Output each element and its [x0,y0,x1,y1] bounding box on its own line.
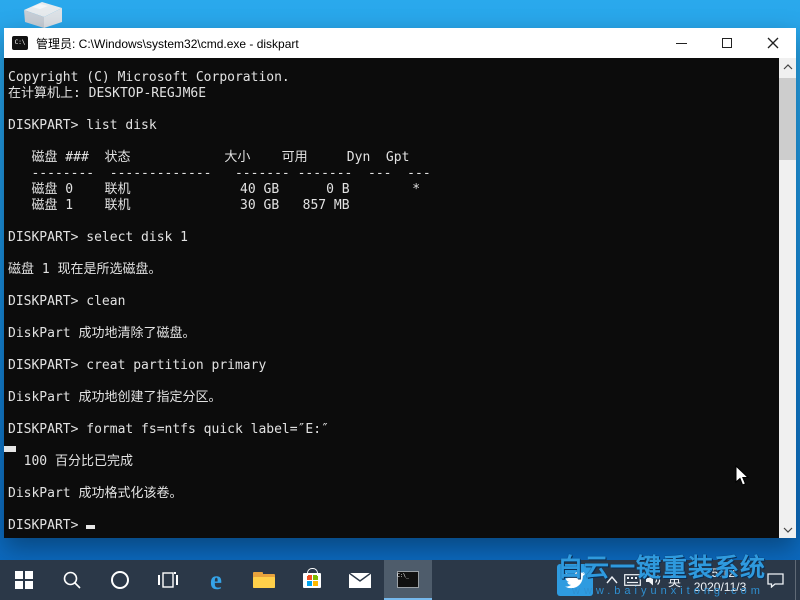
text-cursor [86,525,95,529]
console-line: 磁盘 ### 状态 大小 可用 Dyn Gpt [8,150,779,166]
cortana-button[interactable] [96,560,144,600]
edge-icon: e [210,567,222,594]
window-title: 管理员: C:\Windows\system32\cmd.exe - diskp… [36,35,658,52]
console-prompt-line: DISKPART> [8,518,779,534]
console-output[interactable]: Copyright (C) Microsoft Corporation.在计算机… [4,58,779,538]
console-line: DiskPart 成功格式化该卷。 [8,486,779,502]
maximize-icon [722,38,732,48]
console-lines: Copyright (C) Microsoft Corporation.在计算机… [8,70,779,518]
store-bag-icon [303,573,321,588]
file-explorer-button[interactable] [240,560,288,600]
store-button[interactable] [288,560,336,600]
console-line [8,246,779,262]
task-view-button[interactable] [144,560,192,600]
mail-button[interactable] [336,560,384,600]
action-center-button[interactable] [755,560,795,600]
chevron-up-icon [606,576,618,584]
console-line: DiskPart 成功地创建了指定分区。 [8,390,779,406]
taskbar-clock[interactable]: 15:12 2020/11/3 [685,566,755,594]
close-icon [767,37,779,49]
cortana-circle-icon [110,570,130,590]
taskbar: e C:\_ [0,560,800,600]
task-view-icon [158,571,178,589]
clock-time: 15:12 [687,566,753,580]
clock-date: 2020/11/3 [687,580,753,594]
console-line [8,310,779,326]
console-line: DISKPART> list disk [8,118,779,134]
console-line [8,342,779,358]
scrollbar-thumb[interactable] [779,78,796,160]
console-line [8,278,779,294]
console-line [8,470,779,486]
mail-icon [349,573,371,588]
console-line [8,214,779,230]
maximize-button[interactable] [704,28,750,58]
twitter-bird-icon [564,571,586,589]
scroll-up-button[interactable] [779,58,796,75]
cmd-icon: C:\ [12,36,28,50]
console-line: -------- ------------- ------- ------- -… [8,166,779,182]
cmd-taskbar-button[interactable]: C:\_ [384,560,432,600]
console-line: DISKPART> clean [8,294,779,310]
chevron-down-icon [783,527,793,533]
console-line: DISKPART> creat partition primary [8,358,779,374]
windows-logo-icon [15,571,33,589]
volume-button[interactable] [643,560,664,600]
search-icon [62,570,82,590]
notification-icon [767,573,784,588]
console-line: 在计算机上: DESKTOP-REGJM6E [8,86,779,102]
mouse-cursor [735,465,751,492]
console-line: 磁盘 0 联机 40 GB 0 B * [8,182,779,198]
console-line: Copyright (C) Microsoft Corporation. [8,70,779,86]
speaker-icon [646,573,662,587]
close-button[interactable] [750,28,796,58]
console-line [8,502,779,518]
console-line: 100 百分比已完成 [8,454,779,470]
minimize-icon [676,43,687,44]
show-desktop-button[interactable] [795,560,800,600]
titlebar[interactable]: C:\ 管理员: C:\Windows\system32\cmd.exe - d… [4,28,796,58]
start-button[interactable] [0,560,48,600]
console-line [8,374,779,390]
show-hidden-icons-button[interactable] [601,560,622,600]
console-line: DiskPart 成功地清除了磁盘。 [8,326,779,342]
minimize-button[interactable] [658,28,704,58]
console-line [8,406,779,422]
edge-button[interactable]: e [192,560,240,600]
console-line [8,438,779,454]
vertical-scrollbar[interactable] [779,58,796,538]
system-tray: 英 15:12 2020/11/3 [557,560,800,600]
scroll-down-button[interactable] [779,521,796,538]
search-button[interactable] [48,560,96,600]
console-line [8,134,779,150]
cmd-window: C:\ 管理员: C:\Windows\system32\cmd.exe - d… [4,28,796,538]
console-line: 磁盘 1 联机 30 GB 857 MB [8,198,779,214]
touch-keyboard-button[interactable] [622,560,643,600]
twitter-tray-button[interactable] [557,564,593,596]
folder-icon [253,572,275,588]
console-line [8,102,779,118]
progress-cursor-artifact [4,446,16,452]
touch-keyboard-icon [624,574,641,586]
console-line: DISKPART> format fs=ntfs quick label=″E:… [8,422,779,438]
console-line: DISKPART> select disk 1 [8,230,779,246]
console-line: 磁盘 1 现在是所选磁盘。 [8,262,779,278]
chevron-up-icon [783,64,793,70]
cmd-window-icon: C:\_ [397,571,419,588]
ime-indicator[interactable]: 英 [664,560,685,600]
prompt-text: DISKPART> [8,518,78,533]
